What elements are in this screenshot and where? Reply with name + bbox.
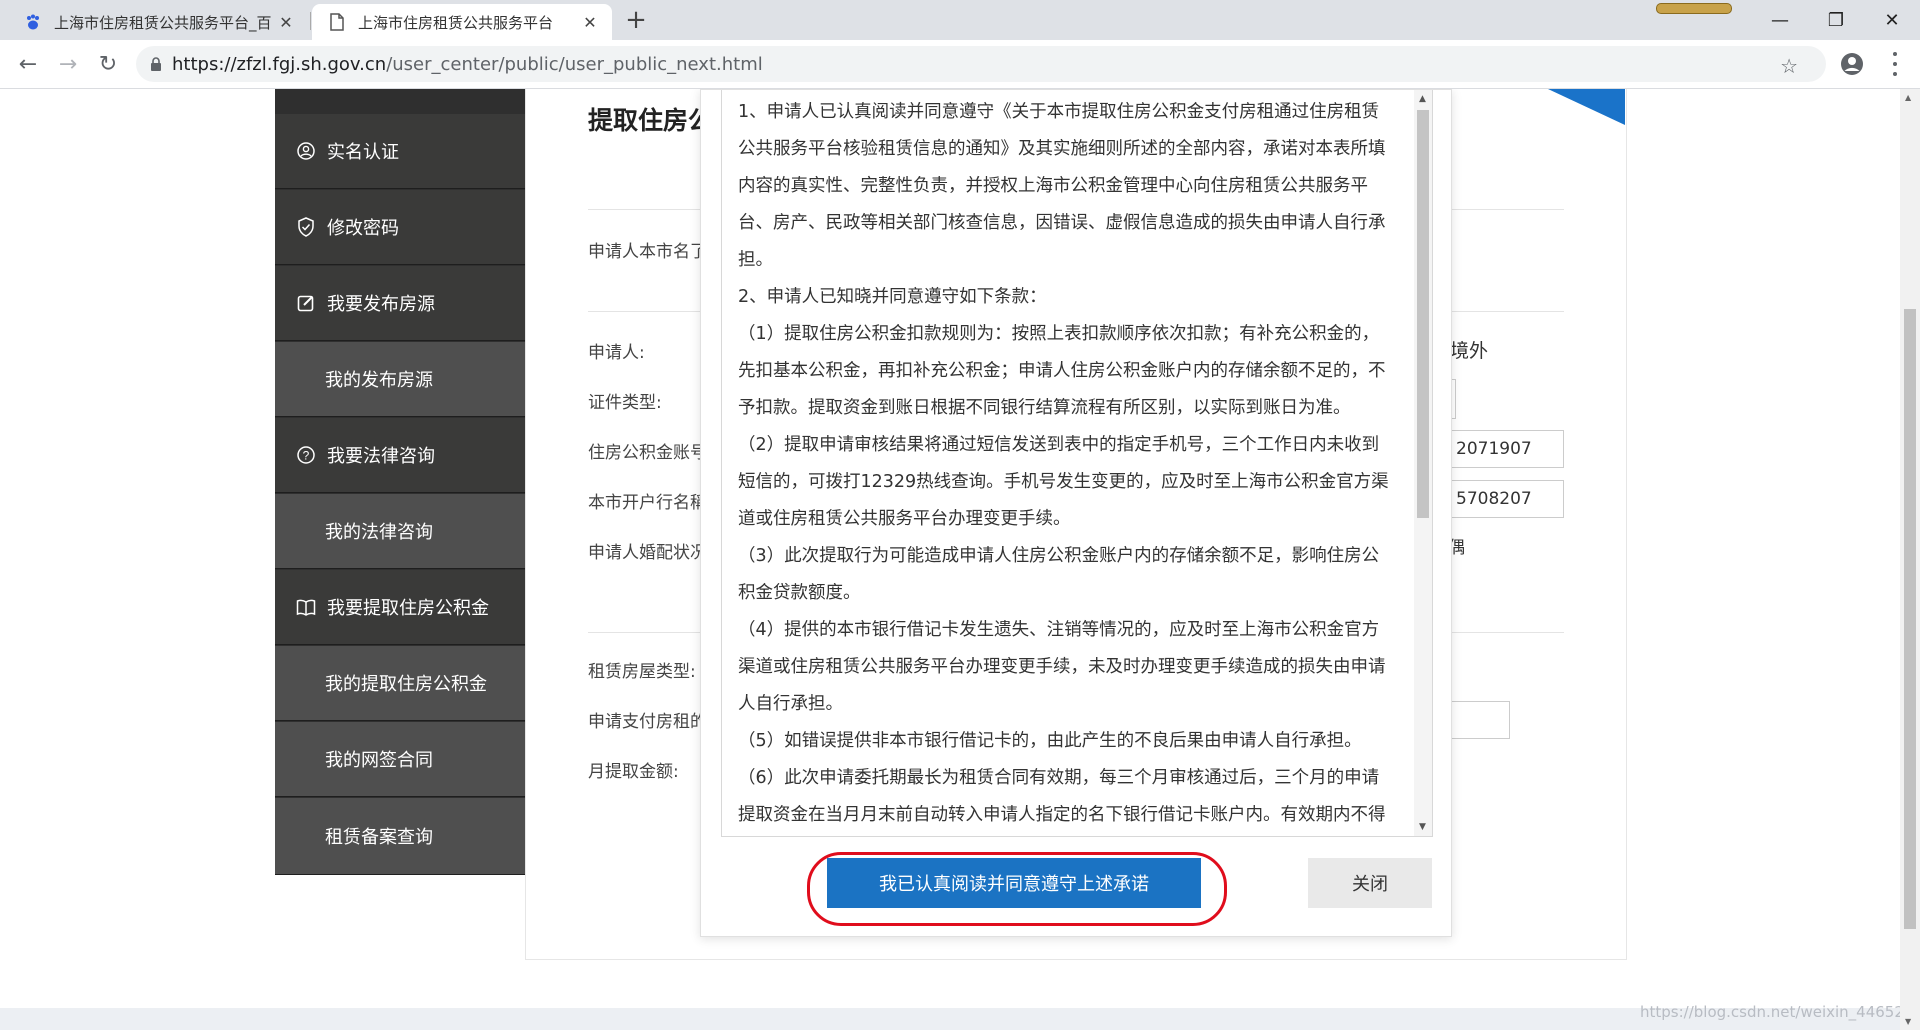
marital-status-label: 申请人婚配状况 [588,543,707,563]
address-toolbar: ← → ↻ https://zfzl.fgj.sh.gov.cn/user_ce… [0,40,1920,89]
tab-divider [310,12,311,30]
bank-account-value: 5708207 [1456,489,1532,509]
sidebar-item-label: 我的网签合同 [325,750,433,771]
sidebar-item-label: 我要提取住房公积金 [327,598,489,619]
fund-account-value: 2071907 [1456,439,1532,459]
sidebar-item-my-listings[interactable]: 我的发布房源 [275,342,525,417]
term-paragraph: （6）此次申请委托期最长为租赁合同有效期，每三个月审核通过后，三个月的申请提取资… [738,768,1386,825]
browser-tab-inactive[interactable]: 上海市住房租赁公共服务平台_百 ✕ [8,4,308,40]
sidebar-item-label: 修改密码 [327,218,399,239]
sidebar-item-label: 我的提取住房公积金 [325,674,487,695]
fund-account-label: 住房公积金账号 [588,443,707,463]
page-title: 提取住房公 [588,106,714,135]
bank-account-input[interactable]: 5708207 [1450,480,1564,518]
pay-rent-label: 申请支付房租的 [588,712,707,732]
sidebar-item-my-contracts[interactable]: 我的网签合同 [275,722,525,797]
sidebar-item-label: 我的发布房源 [325,370,433,391]
reload-icon[interactable]: ↻ [94,50,122,78]
bookmark-star-icon[interactable]: ☆ [1780,54,1798,78]
profile-avatar-icon[interactable] [1840,52,1864,76]
sidebar-item-label: 租赁备案查询 [325,827,433,848]
scroll-down-arrow-icon[interactable]: ▼ [1905,1017,1911,1026]
tab-title: 上海市住房租赁公共服务平台 [358,13,554,32]
house-type-label: 租赁房屋类型: [588,662,696,682]
browser-menu-icon[interactable] [1892,52,1898,76]
tab-title: 上海市住房租赁公共服务平台_百 [54,13,272,32]
scroll-up-arrow-icon[interactable]: ▲ [1905,93,1911,102]
sidebar-item-withdraw-fund[interactable]: 我要提取住房公积金 [275,570,525,645]
url-path: /user_center/public/user_public_next.htm… [386,53,763,75]
browser-tab-active[interactable]: 上海市住房租赁公共服务平台 ✕ [312,4,612,40]
sidebar-item-real-name[interactable]: 实名认证 [275,114,525,189]
id-type-label: 证件类型: [588,393,662,413]
shield-check-icon [295,216,317,238]
term-paragraph: 1、申请人已认真阅读并同意遵守《关于本市提取住房公积金支付房租通过住房租赁公共服… [738,102,1386,270]
term-paragraph: 2、申请人已知晓并同意遵守如下条款： [738,287,1047,307]
url-bar[interactable]: https://zfzl.fgj.sh.gov.cn/user_center/p… [136,46,1826,82]
page-scroll-thumb[interactable] [1904,309,1916,929]
new-tab-button[interactable]: + [622,6,650,34]
term-paragraph: （2）提取申请审核结果将通过短信发送到表中的指定手机号，三个工作日内未收到短信的… [738,435,1389,529]
page-footer-band [0,1008,1900,1030]
abroad-option-text: 境外 [1450,340,1489,362]
commitment-modal: 1、申请人已认真阅读并同意遵守《关于本市提取住房公积金支付房租通过住房租赁公共服… [700,89,1452,937]
url-host: https://zfzl.fgj.sh.gov.cn [172,53,387,75]
watermark-text: https://blog.csdn.net/weixin_44652324 [1640,1003,1920,1021]
terms-scrollbar[interactable]: ▲ ▼ [1414,90,1432,836]
tab-close-icon[interactable]: ✕ [274,10,298,34]
scroll-down-arrow-icon[interactable]: ▼ [1419,822,1426,832]
sidebar: 实名认证 修改密码 我要发布房源 我的发布房源 ? 我要法律咨询 我的法律咨询 [275,89,525,875]
terms-scroll-box[interactable]: 1、申请人已认真阅读并同意遵守《关于本市提取住房公积金支付房租通过住房租赁公共服… [721,90,1433,837]
sidebar-item-publish-listing[interactable]: 我要发布房源 [275,266,525,341]
maximize-button[interactable]: ❐ [1808,0,1864,40]
applicant-label: 申请人: [588,343,645,363]
question-circle-icon: ? [295,444,317,466]
forward-arrow-icon[interactable]: → [54,50,82,78]
sidebar-item-my-legal-consult[interactable]: 我的法律咨询 [275,494,525,569]
sidebar-item-legal-consult[interactable]: ? 我要法律咨询 [275,418,525,493]
document-icon [328,13,346,31]
term-paragraph: （3）此次提取行为可能造成申请人住房公积金账户内的存储余额不足，影响住房公积金贷… [738,546,1380,603]
page-viewport: 实名认证 修改密码 我要发布房源 我的发布房源 ? 我要法律咨询 我的法律咨询 [0,89,1900,1030]
sidebar-item-lease-filing[interactable]: 租赁备案查询 [275,798,525,875]
back-arrow-icon[interactable]: ← [14,50,42,78]
edit-icon [295,292,317,314]
close-window-button[interactable]: ✕ [1864,0,1920,40]
terms-text: 1、申请人已认真阅读并同意遵守《关于本市提取住房公积金支付房租通过住房租赁公共服… [738,94,1390,834]
terms-scroll-thumb[interactable] [1417,110,1429,518]
intro-text: 申请人本市名了 [588,242,707,262]
browser-tab-strip: 上海市住房租赁公共服务平台_百 ✕ 上海市住房租赁公共服务平台 ✕ + — ❐ … [0,0,1920,40]
extension-indicator [1656,3,1732,14]
sidebar-item-label: 我要发布房源 [327,294,435,315]
page-scrollbar[interactable]: ▲ ▼ [1900,89,1920,1030]
sidebar-item-label: 实名认证 [327,142,399,163]
minimize-button[interactable]: — [1752,0,1808,40]
term-paragraph: （5）如错误提供非本市银行借记卡的，由此产生的不良后果由申请人自行承担。 [738,731,1362,751]
rent-amount-input[interactable] [1450,701,1510,739]
fund-account-input[interactable]: 2071907 [1450,430,1564,468]
bank-name-label: 本市开户行名稱 [588,493,707,513]
scroll-up-arrow-icon[interactable]: ▲ [1419,94,1426,104]
baidu-paw-icon [24,13,42,31]
sidebar-item-change-password[interactable]: 修改密码 [275,190,525,265]
svg-text:?: ? [303,449,310,463]
monthly-amount-label: 月提取金额: [588,762,679,782]
term-paragraph: （4）提供的本市银行借记卡发生遗失、注销等情况的，应及时至上海市公积金官方渠道或… [738,620,1386,714]
tab-close-icon[interactable]: ✕ [578,10,602,34]
sidebar-item-my-withdrawals[interactable]: 我的提取住房公积金 [275,646,525,721]
user-circle-icon [295,140,317,162]
close-button[interactable]: 关闭 [1308,858,1432,908]
agree-button[interactable]: 我已认真阅读并同意遵守上述承诺 [827,858,1201,908]
corner-ribbon [1548,89,1625,125]
book-icon [295,596,317,618]
sidebar-item-label: 我要法律咨询 [327,446,435,467]
sidebar-item-label: 我的法律咨询 [325,522,433,543]
lock-icon [150,57,162,71]
term-paragraph: （1）提取住房公积金扣款规则为：按照上表扣款顺序依次扣款；有补充公积金的，先扣基… [738,324,1386,418]
